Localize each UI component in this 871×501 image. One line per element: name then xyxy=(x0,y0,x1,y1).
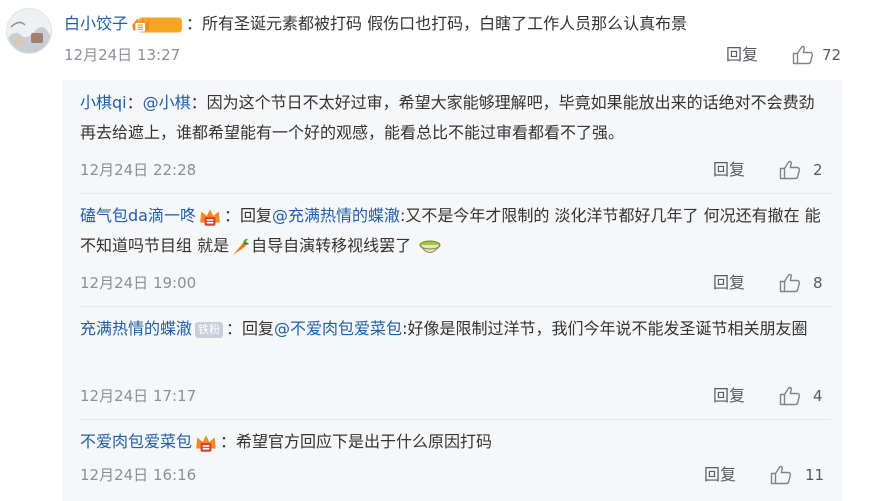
reply-button[interactable]: 回复 xyxy=(713,273,745,293)
username-link[interactable]: 白小饺子 xyxy=(64,14,128,33)
separator: ： xyxy=(126,93,143,112)
thumbs-up-icon[interactable] xyxy=(770,465,792,485)
reply-button[interactable]: 回复 xyxy=(713,160,745,180)
iron-fan-badge[interactable]: 铁粉 xyxy=(195,321,224,338)
like-count: 11 xyxy=(805,466,825,484)
separator: ： xyxy=(223,206,240,225)
reply-item: 磕气包da滴一咚 ：回复@充满热情的蝶澈:又不是今年才限制的 淡化洋节都好几年了 … xyxy=(80,201,830,261)
reply-item: 小棋qi：@小棋：因为这个节日不太好过审，希望大家能够理解吧，毕竟如果能放出来的… xyxy=(80,88,830,148)
mention-link[interactable]: @不爱肉包爱菜包 xyxy=(274,319,402,338)
divider xyxy=(80,193,831,194)
fan-crown-icon[interactable] xyxy=(194,433,218,453)
like-count: 4 xyxy=(813,387,823,405)
reply-time: 12月24日 16:16 xyxy=(80,466,197,484)
username-link[interactable]: 小棋qi xyxy=(80,93,127,112)
replies-panel: 小棋qi：@小棋：因为这个节日不太好过审，希望大家能够理解吧，毕竟如果能放出来的… xyxy=(62,80,843,501)
carrot-emoji xyxy=(233,238,250,255)
username-link[interactable]: 充满热情的蝶澈 xyxy=(80,319,192,338)
like-count: 2 xyxy=(813,161,823,179)
fan-crown-icon[interactable] xyxy=(198,207,222,227)
mention-link[interactable]: @充满热情的蝶澈 xyxy=(272,206,400,225)
thumbs-up-icon[interactable] xyxy=(779,160,801,180)
reply-time: 12月24日 19:00 xyxy=(80,274,197,292)
separator: ： xyxy=(186,14,203,33)
avatar-image xyxy=(7,9,51,53)
reply-text: 自导自演转移视线罢了 xyxy=(251,236,412,255)
comment-time: 12月24日 13:27 xyxy=(64,46,181,64)
comment-text: 所有圣诞元素都被打码 假伤口也打码，白瞎了工作人员那么认真布景 xyxy=(202,14,688,33)
reply-prefix: 回复 xyxy=(242,319,275,338)
thumbs-up-icon[interactable] xyxy=(779,386,801,406)
bowl-emoji xyxy=(419,240,441,253)
separator: ： xyxy=(226,319,243,338)
separator: ： xyxy=(220,432,237,451)
main-comment: 白小饺子 ：所有圣诞元素都被打码 假伤口也打码，白瞎了工作人员那么认真布景 xyxy=(64,12,687,36)
like-count: 8 xyxy=(813,274,823,292)
reply-button[interactable]: 回复 xyxy=(713,386,745,406)
like-count: 72 xyxy=(822,46,842,64)
reply-text: :好像是限制过洋节，我们今年说不能发圣诞节相关朋友圈 xyxy=(402,319,808,338)
reply-text: 希望官方回应下是出于什么原因打码 xyxy=(236,432,493,451)
separator: ： xyxy=(190,93,207,112)
divider xyxy=(80,419,831,420)
divider xyxy=(80,306,831,307)
reply-time: 12月24日 17:17 xyxy=(80,387,197,405)
thumbs-up-icon[interactable] xyxy=(779,273,801,293)
username-link[interactable]: 不爱肉包爱菜包 xyxy=(80,432,192,451)
reply-item: 充满热情的蝶澈 铁粉 ：回复@不爱肉包爱菜包:好像是限制过洋节，我们今年说不能发圣诞… xyxy=(80,314,830,344)
reply-prefix: 回复 xyxy=(239,206,272,225)
avatar[interactable] xyxy=(6,8,52,54)
fan-badge-icon[interactable] xyxy=(130,15,184,35)
reply-item: 不爱肉包爱菜包 ：希望官方回应下是出于什么原因打码 xyxy=(80,427,830,457)
mention-link[interactable]: @小棋 xyxy=(143,93,191,112)
username-link[interactable]: 磕气包da滴一咚 xyxy=(80,206,196,225)
thumbs-up-icon[interactable] xyxy=(792,45,814,65)
reply-button[interactable]: 回复 xyxy=(726,45,758,65)
reply-button[interactable]: 回复 xyxy=(704,465,736,485)
reply-time: 12月24日 22:28 xyxy=(80,161,197,179)
